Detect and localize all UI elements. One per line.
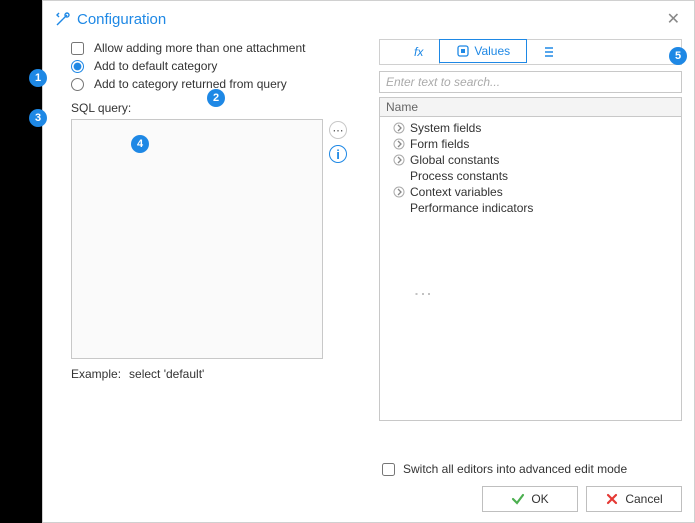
check-icon bbox=[511, 492, 525, 506]
sql-query-input[interactable] bbox=[71, 119, 323, 359]
dialog-title: Configuration bbox=[77, 11, 663, 28]
cancel-icon bbox=[605, 492, 619, 506]
expand-icon[interactable] bbox=[392, 137, 406, 151]
example-value: select 'default' bbox=[129, 367, 204, 381]
annotation-5: 5 bbox=[669, 47, 687, 65]
example-label: Example: bbox=[71, 367, 121, 381]
ok-button[interactable]: OK bbox=[482, 486, 578, 512]
tree-item[interactable]: Form fields bbox=[382, 136, 679, 152]
tree-item-label: Performance indicators bbox=[410, 201, 533, 215]
advanced-mode-label: Switch all editors into advanced edit mo… bbox=[403, 462, 627, 476]
expand-icon[interactable] bbox=[392, 121, 406, 135]
annotation-4: 4 bbox=[131, 135, 149, 153]
config-icon bbox=[55, 11, 71, 27]
tree-item-label: System fields bbox=[410, 121, 481, 135]
add-default-radio[interactable] bbox=[71, 60, 84, 73]
tree-item-label: Form fields bbox=[410, 137, 469, 151]
add-default-row[interactable]: Add to default category bbox=[71, 57, 371, 75]
tree-item-label: Process constants bbox=[410, 169, 508, 183]
values-icon bbox=[456, 44, 470, 58]
tree-panel: System fields Form fields Global constants… bbox=[379, 117, 682, 421]
tab-fx[interactable]: fx bbox=[380, 40, 440, 64]
add-default-label: Add to default category bbox=[94, 59, 217, 73]
more-options-button[interactable]: ⋯ bbox=[329, 121, 347, 139]
close-button[interactable]: ✕ bbox=[663, 9, 684, 29]
tree-item[interactable]: Global constants bbox=[382, 152, 679, 168]
configuration-dialog: Configuration ✕ 1 2 3 4 5 ⋮ Allow adding… bbox=[42, 0, 695, 523]
advanced-mode-checkbox[interactable] bbox=[382, 463, 395, 476]
right-panel: fx Values Name bbox=[379, 39, 682, 431]
add-query-label: Add to category returned from query bbox=[94, 77, 287, 91]
cancel-button[interactable]: Cancel bbox=[586, 486, 682, 512]
tabs: fx Values bbox=[379, 39, 682, 65]
annotation-3: 3 bbox=[29, 109, 47, 127]
tree-item[interactable]: System fields bbox=[382, 120, 679, 136]
search-input[interactable] bbox=[379, 71, 682, 93]
list-icon bbox=[542, 45, 556, 59]
titlebar: Configuration ✕ bbox=[43, 1, 694, 35]
tree-header-name[interactable]: Name bbox=[379, 97, 682, 117]
tree-item-label: Context variables bbox=[410, 185, 503, 199]
tree-item[interactable]: Performance indicators bbox=[382, 200, 679, 216]
expand-icon[interactable] bbox=[392, 185, 406, 199]
tree-item[interactable]: Process constants bbox=[382, 168, 679, 184]
tree-item-label: Global constants bbox=[410, 153, 499, 167]
tree-item[interactable]: Context variables bbox=[382, 184, 679, 200]
tab-values[interactable]: Values bbox=[439, 39, 527, 63]
allow-attachment-checkbox[interactable] bbox=[71, 42, 84, 55]
tab-list[interactable] bbox=[526, 40, 572, 64]
allow-attachment-label: Allow adding more than one attachment bbox=[94, 41, 305, 55]
add-query-radio[interactable] bbox=[71, 78, 84, 91]
fx-icon bbox=[396, 45, 410, 59]
allow-attachment-row[interactable]: Allow adding more than one attachment bbox=[71, 39, 371, 57]
advanced-mode-row[interactable]: Switch all editors into advanced edit mo… bbox=[382, 462, 682, 476]
splitter-handle[interactable]: ⋮ bbox=[412, 285, 434, 301]
annotation-1: 1 bbox=[29, 69, 47, 87]
expand-icon[interactable] bbox=[392, 153, 406, 167]
annotation-2: 2 bbox=[207, 89, 225, 107]
info-icon[interactable]: i bbox=[329, 145, 347, 163]
